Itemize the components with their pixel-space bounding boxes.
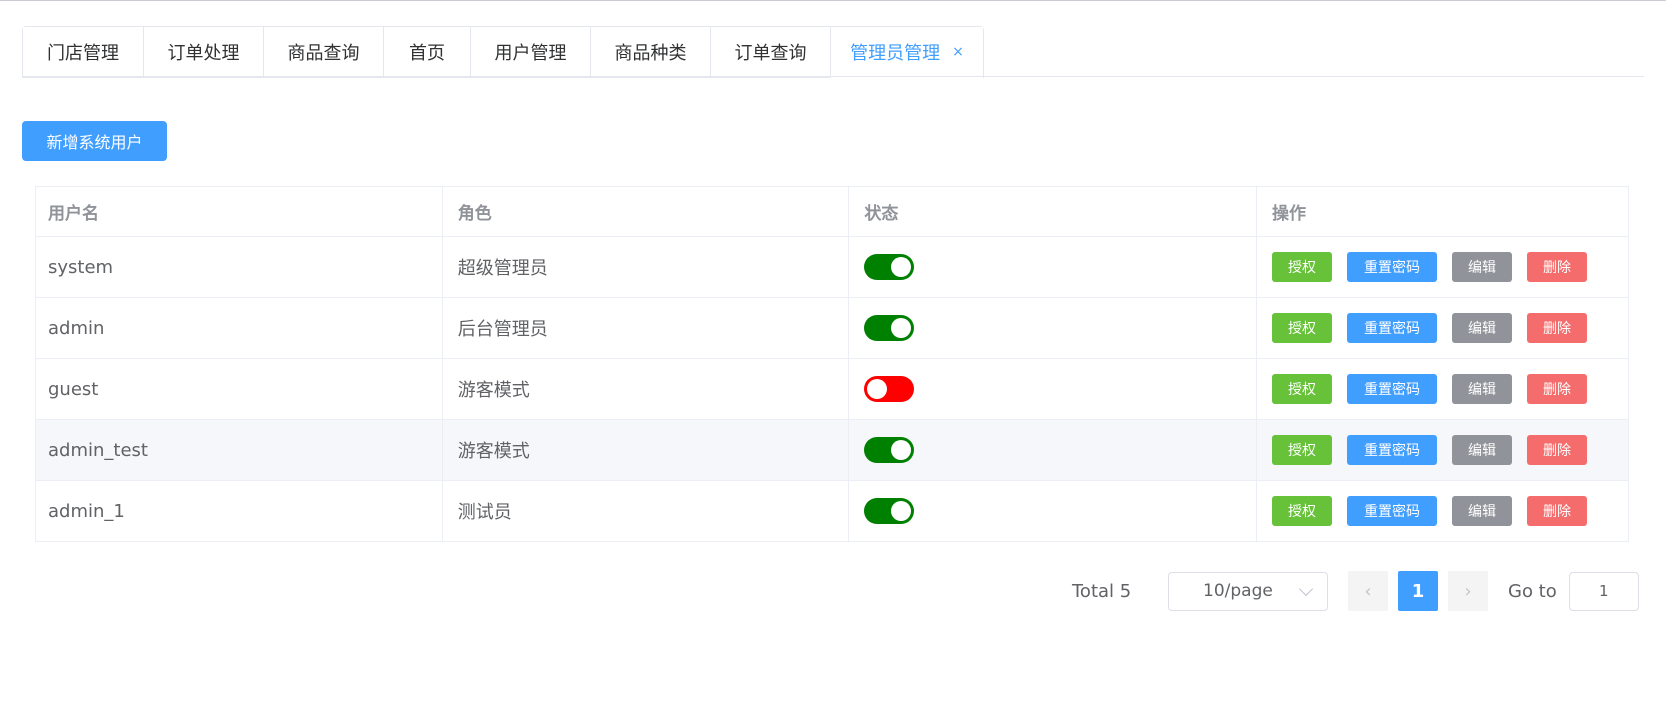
edit-button[interactable]: 编辑 (1452, 374, 1513, 404)
tab-admin-management[interactable]: 管理员管理 × (830, 27, 983, 78)
delete-button[interactable]: 删除 (1527, 374, 1588, 404)
table-row: guest 游客模式 授权 重置密码 编辑 删除 (35, 358, 1629, 420)
tab-admin-management-label: 管理员管理 (850, 43, 941, 64)
toggle-knob (891, 318, 912, 338)
cell-actions: 授权 重置密码 编辑 删除 (1256, 419, 1629, 481)
status-toggle[interactable] (864, 437, 915, 463)
authorize-button[interactable]: 授权 (1272, 374, 1333, 404)
cell-role: 测试员 (442, 480, 850, 542)
toggle-knob (891, 257, 912, 277)
reset-password-button[interactable]: 重置密码 (1347, 252, 1438, 282)
chevron-down-icon (1298, 581, 1314, 596)
cell-status (848, 358, 1258, 420)
chevron-left-icon: ‹ (1364, 580, 1372, 602)
header-username: 用户名 (35, 186, 443, 237)
delete-button[interactable]: 删除 (1527, 435, 1588, 465)
authorize-button[interactable]: 授权 (1272, 496, 1333, 526)
top-border (0, 0, 1666, 1)
tab-order-query[interactable]: 订单查询 (710, 27, 830, 78)
tab-store-management[interactable]: 门店管理 (23, 27, 143, 78)
row-actions: 授权 重置密码 编辑 删除 (1272, 374, 1628, 404)
goto-page-input[interactable] (1568, 571, 1639, 611)
page-number-current[interactable]: 1 (1398, 571, 1438, 611)
reset-password-button[interactable]: 重置密码 (1347, 313, 1438, 343)
authorize-button[interactable]: 授权 (1272, 435, 1333, 465)
table-row: system 超级管理员 授权 重置密码 编辑 删除 (35, 236, 1629, 298)
cell-username: guest (35, 358, 443, 420)
cell-username: admin (35, 297, 443, 359)
tab-order-processing[interactable]: 订单处理 (143, 27, 263, 78)
edit-button[interactable]: 编辑 (1452, 435, 1513, 465)
table-row: admin_test 游客模式 授权 重置密码 编辑 删除 (35, 419, 1629, 481)
row-actions: 授权 重置密码 编辑 删除 (1272, 435, 1628, 465)
status-toggle[interactable] (864, 254, 915, 280)
edit-button[interactable]: 编辑 (1452, 252, 1513, 282)
cell-role: 超级管理员 (442, 236, 850, 298)
cell-status (848, 297, 1258, 359)
tab-bar: 门店管理 订单处理 商品查询 首页 用户管理 商品种类 订单查询 管理员管理 × (22, 26, 984, 78)
status-toggle[interactable] (864, 498, 915, 524)
delete-button[interactable]: 删除 (1527, 252, 1588, 282)
authorize-button[interactable]: 授权 (1272, 313, 1333, 343)
cell-role: 游客模式 (442, 358, 850, 420)
next-page-button[interactable]: › (1448, 571, 1488, 611)
table-row: admin 后台管理员 授权 重置密码 编辑 删除 (35, 297, 1629, 359)
header-actions: 操作 (1256, 186, 1629, 237)
edit-button[interactable]: 编辑 (1452, 313, 1513, 343)
cell-username: admin_test (35, 419, 443, 481)
reset-password-button[interactable]: 重置密码 (1347, 374, 1438, 404)
page-size-value: 10/page (1203, 581, 1273, 601)
header-status: 状态 (848, 186, 1258, 237)
table-row: admin_1 测试员 授权 重置密码 编辑 删除 (35, 480, 1629, 542)
cell-actions: 授权 重置密码 编辑 删除 (1256, 358, 1629, 420)
status-toggle[interactable] (864, 315, 915, 341)
cell-actions: 授权 重置密码 编辑 删除 (1256, 236, 1629, 298)
cell-role: 游客模式 (442, 419, 850, 481)
cell-status (848, 480, 1258, 542)
page-size-select[interactable]: 10/page (1168, 571, 1328, 611)
toggle-knob (891, 440, 912, 460)
tab-user-management[interactable]: 用户管理 (470, 27, 590, 78)
cell-role: 后台管理员 (442, 297, 850, 359)
row-actions: 授权 重置密码 编辑 删除 (1272, 496, 1628, 526)
tab-product-query[interactable]: 商品查询 (263, 27, 383, 78)
toggle-knob (867, 379, 888, 399)
table-header-row: 用户名 角色 状态 操作 (35, 186, 1629, 237)
cell-status (848, 419, 1258, 481)
tabs-baseline (22, 76, 1644, 77)
chevron-right-icon: › (1464, 580, 1472, 602)
cell-username: system (35, 236, 443, 298)
tab-product-category[interactable]: 商品种类 (590, 27, 710, 78)
add-system-user-button[interactable]: 新增系统用户 (22, 121, 167, 161)
cell-actions: 授权 重置密码 编辑 删除 (1256, 297, 1629, 359)
pagination: Total 5 10/page ‹ 1 › Go to (1072, 571, 1639, 611)
row-actions: 授权 重置密码 编辑 删除 (1272, 313, 1628, 343)
admin-user-table: 用户名 角色 状态 操作 system 超级管理员 授权 重置密码 编辑 删除 admin 后… (35, 186, 1629, 542)
edit-button[interactable]: 编辑 (1452, 496, 1513, 526)
status-toggle[interactable] (864, 376, 915, 402)
close-icon[interactable]: × (952, 44, 964, 60)
header-role: 角色 (442, 186, 850, 237)
toggle-knob (891, 501, 912, 521)
reset-password-button[interactable]: 重置密码 (1347, 496, 1438, 526)
row-actions: 授权 重置密码 编辑 删除 (1272, 252, 1628, 282)
authorize-button[interactable]: 授权 (1272, 252, 1333, 282)
reset-password-button[interactable]: 重置密码 (1347, 435, 1438, 465)
cell-status (848, 236, 1258, 298)
delete-button[interactable]: 删除 (1527, 313, 1588, 343)
goto-label: Go to (1508, 580, 1557, 602)
cell-actions: 授权 重置密码 编辑 删除 (1256, 480, 1629, 542)
tab-home[interactable]: 首页 (383, 27, 470, 78)
pagination-total: Total 5 (1072, 580, 1132, 602)
prev-page-button[interactable]: ‹ (1348, 571, 1388, 611)
cell-username: admin_1 (35, 480, 443, 542)
delete-button[interactable]: 删除 (1527, 496, 1588, 526)
